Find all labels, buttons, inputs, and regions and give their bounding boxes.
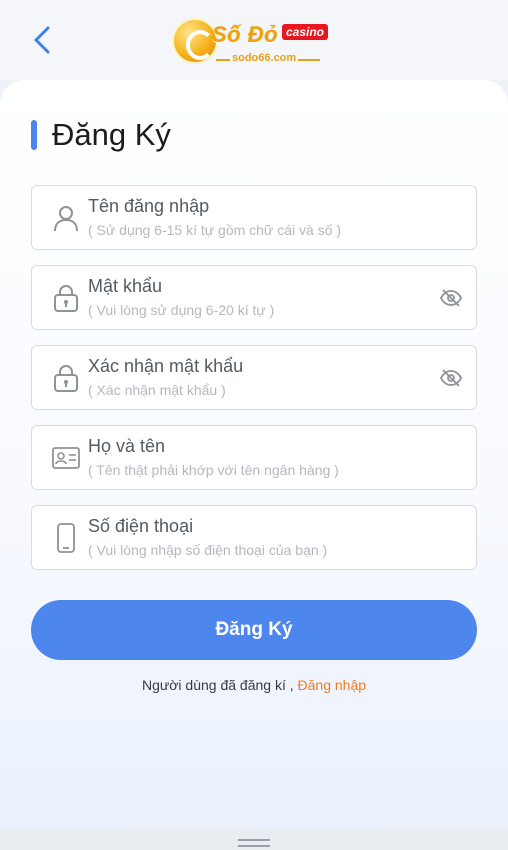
page-title: Đăng Ký [52,117,171,152]
lock-icon [52,364,80,392]
login-prompt-text: Người dùng đã đăng kí , [141,677,294,693]
logo-divider [216,59,230,61]
login-link[interactable]: Đăng nhập [298,677,367,693]
drag-handle-icon[interactable] [238,839,270,847]
eye-off-icon[interactable] [438,366,464,390]
field-label: Số điện thoại [88,516,194,536]
bottom-bar [0,830,508,850]
logo-divider [298,59,320,61]
field-label: Xác nhận mật khẩu [88,356,244,376]
logo-badge: casino [282,24,329,40]
user-icon [52,204,80,232]
lock-icon [52,284,80,312]
username-field[interactable]: Tên đăng nhập ( Sử dụng 6-15 kí tự gồm c… [31,185,477,250]
field-label: Họ và tên [88,436,166,456]
field-hint: ( Sử dụng 6-15 kí tự gồm chữ cái và số ) [88,222,341,238]
register-card: Đăng Ký Tên đăng nhập ( Sử dụng 6-15 kí … [0,80,508,830]
back-button[interactable] [24,22,60,58]
password-field[interactable]: Mật khẩu ( Vui lòng sử dụng 6-20 kí tự ) [31,265,477,330]
brand-logo: Số Đỏ casino sodo66.com [170,14,340,70]
full-name-field[interactable]: Họ và tên ( Tên thật phải khớp với tên n… [31,425,477,490]
field-hint: ( Tên thật phải khớp với tên ngân hàng ) [88,462,339,478]
field-label: Mật khẩu [88,276,163,296]
phone-icon [52,523,80,553]
chevron-left-icon [34,26,50,54]
title-accent [31,120,37,150]
confirm-password-field[interactable]: Xác nhận mật khẩu ( Xác nhận mật khẩu ) [31,345,477,410]
logo-brand-text: Số Đỏ [212,22,279,47]
field-label: Tên đăng nhập [88,196,210,216]
phone-field[interactable]: Số điện thoại ( Vui lòng nhập số điện th… [31,505,477,570]
logo-domain: sodo66.com [232,52,297,64]
field-hint: ( Vui lòng nhập số điện thoại của bạn ) [88,542,328,558]
field-hint: ( Xác nhận mật khẩu ) [88,382,226,398]
register-button[interactable]: Đăng Ký [31,600,477,660]
top-bar: Số Đỏ casino sodo66.com [0,0,508,80]
login-prompt-row: Người dùng đã đăng kí , Đăng nhập [0,677,508,693]
id-card-icon [52,444,80,472]
field-hint: ( Vui lòng sử dụng 6-20 kí tự ) [88,302,275,318]
eye-off-icon[interactable] [438,286,464,310]
